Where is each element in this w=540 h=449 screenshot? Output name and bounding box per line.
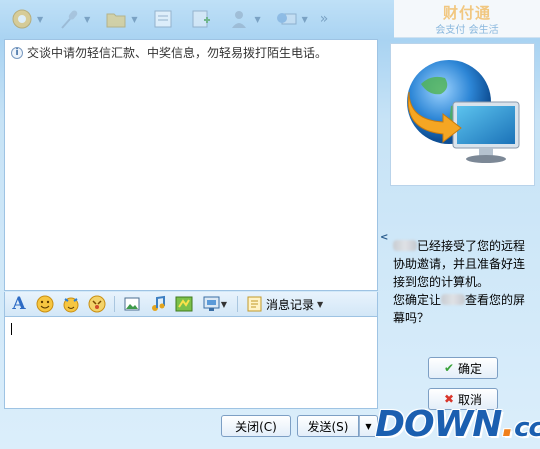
blurred-contact-name [441,294,466,305]
security-notice-text: 交谈中请勿轻信汇款、中奖信息，勿轻易拨打陌生电话。 [27,46,328,60]
scrawl-icon [175,296,193,312]
format-toolbar: A ▼ 消息记录 ▼ [4,292,378,316]
user-button[interactable]: ▼ [223,4,264,34]
history-icon [247,296,262,312]
message-history-label: 消息记录 [266,297,315,312]
screenshot-icon [203,296,220,311]
magic-emoji-button[interactable] [61,294,81,314]
send-image-button[interactable] [122,294,142,314]
music-button[interactable] [148,294,168,314]
message-input[interactable] [4,316,378,409]
image-icon [124,297,140,311]
font-button[interactable]: A [9,294,29,314]
video-icon [10,7,34,31]
security-notice: i 交谈中请勿轻信汇款、中奖信息，勿轻易拨打陌生电话。 [5,40,377,65]
scrawl-button[interactable] [174,294,194,314]
emoji-game-icon [88,295,106,313]
chevron-down-icon[interactable]: ▼ [302,15,308,24]
folder-icon [104,7,128,31]
remote-assist-icon [275,7,299,31]
divider [237,296,238,312]
chevron-down-icon[interactable]: ▼ [84,15,90,24]
music-icon [152,295,165,311]
app-button[interactable] [185,4,217,34]
logo-sub-text: 会支付 会生活 [435,24,499,36]
remote-assist-message: 已经接受了您的远程协助邀请，并且准备好连接到您的计算机。 您确定让 查看您的屏幕吗… [393,237,535,327]
message-history-button[interactable]: 消息记录 ▼ [245,294,325,314]
confirm-label: 确定 [458,361,483,376]
watermark-text: DOWN.cc [375,404,540,445]
tenpay-logo[interactable]: 财付通 会支付 会生活 [394,0,540,38]
remote-assist-illustration [390,43,535,186]
chevron-down-icon[interactable]: ▼ [37,15,43,24]
send-button[interactable]: 发送(S) [297,415,359,437]
remote-assist-button[interactable]: ▼ [271,4,312,34]
voice-call-button[interactable]: ▼ [53,4,94,34]
top-toolbar: ▼ ▼ ▼ ▼ ▼ » [0,0,392,38]
info-icon: i [11,46,23,59]
chevron-down-icon[interactable]: ▼ [131,15,137,24]
blurred-contact-name [393,240,417,251]
watermark-main: DOWN [375,403,502,445]
chevron-down-icon: ▼ [220,299,228,309]
close-button[interactable]: 关闭(C) [221,415,291,437]
down-cc-watermark: DOWN.cc [375,399,540,449]
logo-main-text: 财付通 [442,3,491,22]
video-call-button[interactable]: ▼ [6,4,47,34]
divider [114,296,115,312]
chevron-down-icon[interactable]: ▼ [254,15,260,24]
send-file-button[interactable]: ▼ [100,4,141,34]
watermark-dot: . [501,403,515,445]
chat-message-area[interactable]: i 交谈中请勿轻信汇款、中奖信息，勿轻易拨打陌生电话。 [4,39,378,291]
text-cursor [11,323,12,335]
emoji-game-button[interactable] [87,294,107,314]
user-icon [227,7,251,31]
watermark-tld: cc [514,412,540,443]
voice-icon [57,7,81,31]
screenshot-button[interactable]: ▼ [200,294,230,314]
remote-desktop-icon [407,60,520,163]
chevron-down-icon: ▼ [317,299,324,309]
magic-emoji-icon [63,297,79,313]
remote-assist-line2-prefix: 您确定让 [393,293,442,307]
toolbar-more-button[interactable]: » [320,11,329,27]
document-button[interactable] [147,4,179,34]
emoji-button[interactable] [35,294,55,314]
confirm-button[interactable]: ✔ 确定 [428,357,498,379]
collapse-panel-arrow-icon[interactable]: < [380,232,388,244]
app-plus-icon [189,7,213,31]
emoji-smile-icon [36,295,54,313]
check-icon: ✔ [443,361,455,375]
document-icon [151,7,175,31]
